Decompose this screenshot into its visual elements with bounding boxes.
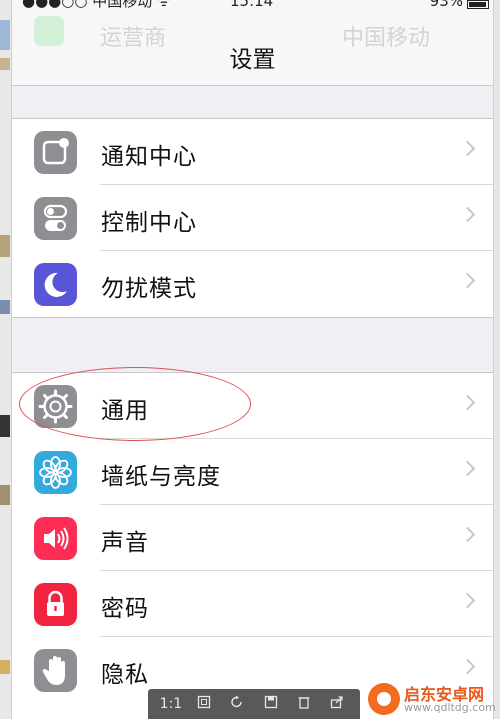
- lock-icon: [34, 583, 77, 626]
- status-bar: ●●●○○ 中国移动 ᯤ 15:14 93%: [12, 0, 493, 14]
- chevron-right-icon: [459, 394, 476, 411]
- chevron-right-icon: [459, 140, 476, 157]
- row-label: 勿扰模式: [101, 276, 197, 302]
- moon-icon: [34, 263, 77, 306]
- flower-icon: [34, 451, 77, 494]
- row-label: 通知中心: [101, 144, 197, 170]
- share-icon[interactable]: [326, 695, 348, 713]
- hand-icon: [34, 649, 77, 692]
- zoom-actual-size-button[interactable]: 1:1: [160, 696, 183, 712]
- window-frame-right: [493, 0, 500, 719]
- chevron-right-icon: [459, 460, 476, 477]
- status-time: 15:14: [230, 0, 274, 10]
- row-label: 声音: [101, 530, 149, 556]
- fit-icon[interactable]: [193, 695, 215, 713]
- row-label: 墙纸与亮度: [101, 464, 221, 490]
- save-icon[interactable]: [260, 695, 282, 713]
- settings-row-control-center[interactable]: 控制中心: [12, 185, 493, 251]
- chevron-right-icon: [459, 592, 476, 609]
- highlight-ellipse-general: [19, 367, 251, 441]
- control-center-icon: [34, 197, 77, 240]
- battery-percent: 93%: [429, 0, 463, 10]
- chevron-right-icon: [459, 526, 476, 543]
- settings-row-notification-center[interactable]: 通知中心: [12, 119, 493, 185]
- row-label: 控制中心: [101, 210, 197, 236]
- speaker-icon: [34, 517, 77, 560]
- settings-group-1: 通知中心 控制中心 勿扰模式: [12, 118, 493, 318]
- battery-icon: [467, 0, 489, 9]
- settings-screen: ●●●○○ 中国移动 ᯤ 15:14 93% 运营商 中国移动 设置 通知中心: [12, 0, 493, 719]
- navigation-bar: 运营商 中国移动 设置: [12, 14, 493, 86]
- chevron-right-icon: [459, 272, 476, 289]
- row-label: 隐私: [101, 662, 149, 688]
- page-title: 设置: [229, 47, 276, 73]
- row-label: 密码: [101, 596, 149, 622]
- rotate-icon[interactable]: [226, 695, 248, 713]
- carrier-signal: ●●●○○ 中国移动 ᯤ: [22, 0, 171, 10]
- delete-icon[interactable]: [293, 695, 315, 713]
- watermark-site-url: www.qdltdg.com: [404, 701, 496, 714]
- settings-row-wallpaper-brightness[interactable]: 墙纸与亮度: [12, 439, 493, 505]
- chevron-right-icon: [459, 206, 476, 223]
- site-watermark: 启东安卓网 www.qdltdg.com: [366, 681, 496, 717]
- chevron-right-icon: [459, 658, 476, 675]
- site-logo-icon: [368, 683, 400, 715]
- notification-center-icon: [34, 131, 77, 174]
- settings-row-passcode[interactable]: 密码: [12, 571, 493, 637]
- window-frame-left: [0, 0, 12, 719]
- settings-row-sounds[interactable]: 声音: [12, 505, 493, 571]
- settings-row-do-not-disturb[interactable]: 勿扰模式: [12, 251, 493, 317]
- image-viewer-toolbar: 1:1: [148, 689, 360, 719]
